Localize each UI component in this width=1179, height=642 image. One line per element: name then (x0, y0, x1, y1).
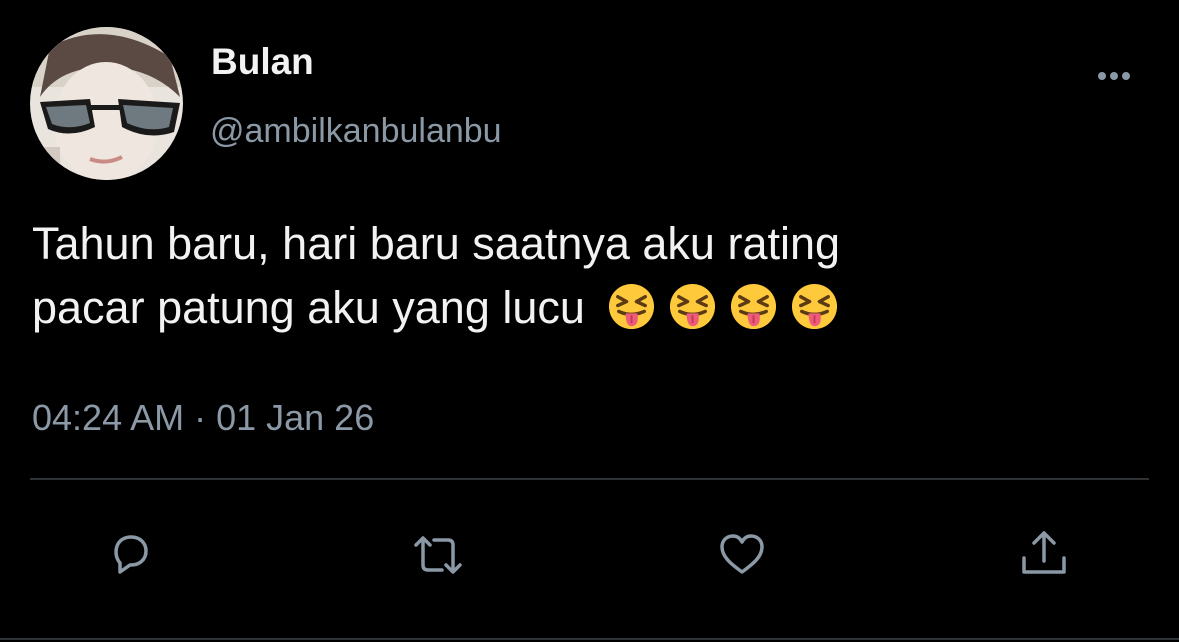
like-button[interactable] (712, 525, 772, 585)
tweet: Bulan @ambilkanbulanbu Tahun baru, hari … (0, 0, 1179, 642)
share-icon (1022, 531, 1066, 574)
more-options-button[interactable] (1088, 60, 1148, 90)
retweet-icon (414, 536, 462, 574)
squinting-face-with-tongue-icon (729, 282, 778, 331)
reply-icon (114, 535, 148, 574)
tweet-timestamp[interactable]: 04:24 AM · 01 Jan 26 (32, 397, 374, 439)
avatar[interactable] (30, 27, 183, 180)
tweet-text-line-with-emoji: pacar patung aku yang lucu (32, 276, 1142, 340)
squinting-face-with-tongue-icon (668, 282, 717, 331)
tweet-text-line: pacar patung aku yang lucu (32, 282, 585, 333)
user-handle[interactable]: @ambilkanbulanbu (210, 110, 502, 152)
reply-button[interactable] (100, 525, 160, 585)
bottom-divider (0, 638, 1179, 640)
squinting-face-with-tongue-icon (607, 282, 656, 331)
squinting-face-with-tongue-icon (790, 282, 839, 331)
tweet-text-line: Tahun baru, hari baru saatnya aku rating (32, 218, 841, 269)
avatar-image (30, 27, 183, 180)
tweet-text: Tahun baru, hari baru saatnya aku rating… (32, 212, 1142, 340)
heart-icon (720, 534, 764, 574)
share-button[interactable] (1014, 525, 1074, 585)
emoji-group (585, 282, 839, 333)
display-name[interactable]: Bulan (211, 40, 314, 84)
divider (30, 478, 1149, 480)
more-options-icon (1098, 72, 1130, 80)
retweet-button[interactable] (408, 525, 468, 585)
